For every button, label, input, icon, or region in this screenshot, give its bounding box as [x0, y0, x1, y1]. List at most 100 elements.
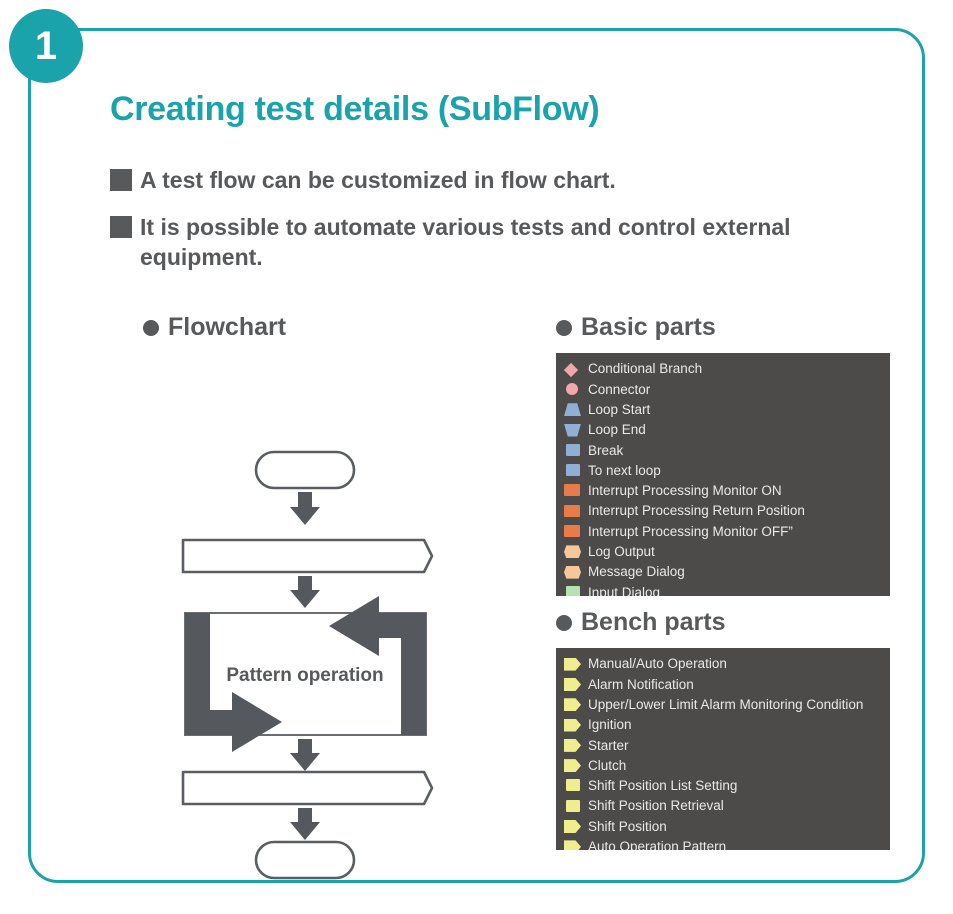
- flowchart-arrow-down: [290, 492, 320, 525]
- list-item[interactable]: Manual/Auto Operation: [556, 654, 890, 674]
- bullet-square-icon: [110, 215, 132, 238]
- list-item-label: Upper/Lower Limit Alarm Monitoring Condi…: [588, 696, 864, 712]
- list-item-label: Interrupt Processing Return Position: [588, 503, 805, 519]
- bench-parts-list[interactable]: Manual/Auto Operation Alarm Notification U…: [556, 648, 890, 850]
- diamond-icon: [563, 362, 581, 377]
- bullet-text: A test flow can be customized in flow ch…: [140, 167, 616, 193]
- list-item[interactable]: To next loop: [556, 460, 890, 480]
- list-item-label: Ignition: [588, 717, 632, 733]
- list-item[interactable]: Shift Position Retrieval: [556, 796, 890, 816]
- step-number-badge: 1: [9, 9, 83, 83]
- bullet-dot-icon: [143, 319, 159, 336]
- list-item-label: Conditional Branch: [588, 361, 703, 377]
- list-item[interactable]: Alarm Notification: [556, 674, 890, 694]
- page-title: Creating test details (SubFlow): [110, 90, 600, 128]
- bench-parts-section: Bench parts Manual/Auto Operation Alarm N…: [556, 608, 896, 850]
- flowchart-loop-label: Pattern operation: [226, 665, 383, 686]
- pentagon-icon: [564, 718, 581, 732]
- list-item[interactable]: Shift Position List Setting: [556, 776, 890, 796]
- circle-icon: [564, 382, 581, 396]
- flowchart-heading-label: Flowchart: [168, 313, 287, 341]
- square-icon: [564, 799, 581, 813]
- bullet-dot-icon: [556, 614, 572, 631]
- list-item[interactable]: Break: [556, 440, 890, 460]
- list-item[interactable]: Conditional Branch: [556, 359, 890, 379]
- list-item[interactable]: Input Dialog: [556, 582, 890, 596]
- rectangle-icon: [564, 504, 581, 518]
- flowchart-start-terminator: [254, 450, 356, 490]
- bench-parts-heading-label: Bench parts: [581, 608, 726, 636]
- basic-parts-list[interactable]: Conditional Branch Connector Loop Start Loo…: [556, 353, 890, 596]
- pentagon-icon: [564, 657, 581, 671]
- flowchart-band-bottom: [181, 770, 434, 806]
- basic-parts-heading: Basic parts: [556, 313, 896, 342]
- list-item[interactable]: Interrupt Processing Return Position: [556, 501, 890, 521]
- list-item[interactable]: Upper/Lower Limit Alarm Monitoring Condi…: [556, 695, 890, 715]
- flowchart-section: Flowchart Pattern operation: [143, 313, 513, 880]
- hexagon-icon: [564, 545, 581, 559]
- pentagon-icon: [564, 738, 581, 752]
- trapezoid-up-icon: [564, 403, 581, 417]
- flowchart-end-terminator: [254, 840, 356, 880]
- flowchart-heading: Flowchart: [143, 313, 513, 342]
- list-item-label: Input Dialog: [588, 584, 661, 596]
- pentagon-icon: [564, 698, 581, 712]
- list-item[interactable]: Interrupt Processing Monitor ON: [556, 481, 890, 501]
- list-item-label: Interrupt Processing Monitor ON: [588, 483, 782, 499]
- list-item-label: Alarm Notification: [588, 676, 694, 692]
- bullet-dot-icon: [556, 319, 572, 336]
- list-item-label: Starter: [588, 737, 629, 753]
- list-item-label: Loop End: [588, 422, 646, 438]
- list-item[interactable]: Interrupt Processing Monitor OFF”: [556, 521, 890, 541]
- square-icon: [564, 443, 581, 457]
- rectangle-icon: [564, 484, 581, 497]
- square-icon: [564, 779, 581, 792]
- list-item-label: Loop Start: [588, 401, 651, 417]
- list-item[interactable]: Loop End: [556, 420, 890, 440]
- list-item[interactable]: Shift Position: [556, 816, 890, 836]
- flowchart-diagram: Pattern operation: [181, 450, 434, 771]
- pentagon-icon: [564, 820, 581, 834]
- list-item-label: Manual/Auto Operation: [588, 656, 727, 672]
- list-item[interactable]: Ignition: [556, 715, 890, 735]
- list-item[interactable]: Message Dialog: [556, 562, 890, 582]
- list-item-label: Break: [588, 442, 624, 458]
- list-item[interactable]: Starter: [556, 735, 890, 755]
- list-item-label: Message Dialog: [588, 564, 685, 580]
- square-icon: [564, 585, 581, 596]
- flowchart-arrow-down: [290, 576, 320, 608]
- list-item-label: Shift Position Retrieval: [588, 798, 724, 814]
- bullet-text: It is possible to automate various tests…: [140, 213, 791, 271]
- list-item-label: To next loop: [588, 462, 661, 478]
- list-item[interactable]: Loop Start: [556, 400, 890, 420]
- list-item-label: Shift Position: [588, 818, 667, 834]
- square-icon: [564, 464, 581, 477]
- flowchart-canvas: Pattern operation: [143, 370, 513, 880]
- list-item-label: Interrupt Processing Monitor OFF”: [588, 523, 793, 539]
- bullet-list: A test flow can be customized in flow ch…: [110, 165, 900, 289]
- list-item[interactable]: Log Output: [556, 542, 890, 562]
- list-item-label: Clutch: [588, 757, 627, 773]
- step-number-label: 1: [34, 24, 58, 68]
- list-item[interactable]: Clutch: [556, 755, 890, 775]
- pentagon-icon: [564, 677, 581, 691]
- bullet-item: A test flow can be customized in flow ch…: [110, 165, 900, 196]
- bench-parts-heading: Bench parts: [556, 608, 896, 637]
- list-item-label: Connector: [588, 381, 651, 397]
- flowchart-arrow-down: [290, 808, 320, 840]
- pentagon-icon: [564, 840, 581, 850]
- list-item[interactable]: Auto Operation Pattern: [556, 837, 890, 850]
- trapezoid-down-icon: [564, 423, 581, 437]
- flowchart-band-top: [181, 538, 434, 574]
- pentagon-icon: [564, 759, 581, 773]
- list-item[interactable]: Connector: [556, 379, 890, 399]
- list-item-label: Auto Operation Pattern: [588, 839, 727, 850]
- list-item-label: Log Output: [588, 544, 655, 560]
- flowchart-diagram-lower: [181, 770, 434, 880]
- basic-parts-section: Basic parts Conditional Branch Connector L…: [556, 313, 896, 596]
- list-item-label: Shift Position List Setting: [588, 778, 738, 794]
- bullet-item: It is possible to automate various tests…: [110, 212, 900, 273]
- basic-parts-heading-label: Basic parts: [581, 313, 716, 341]
- bullet-square-icon: [110, 169, 132, 191]
- rectangle-icon: [564, 525, 581, 538]
